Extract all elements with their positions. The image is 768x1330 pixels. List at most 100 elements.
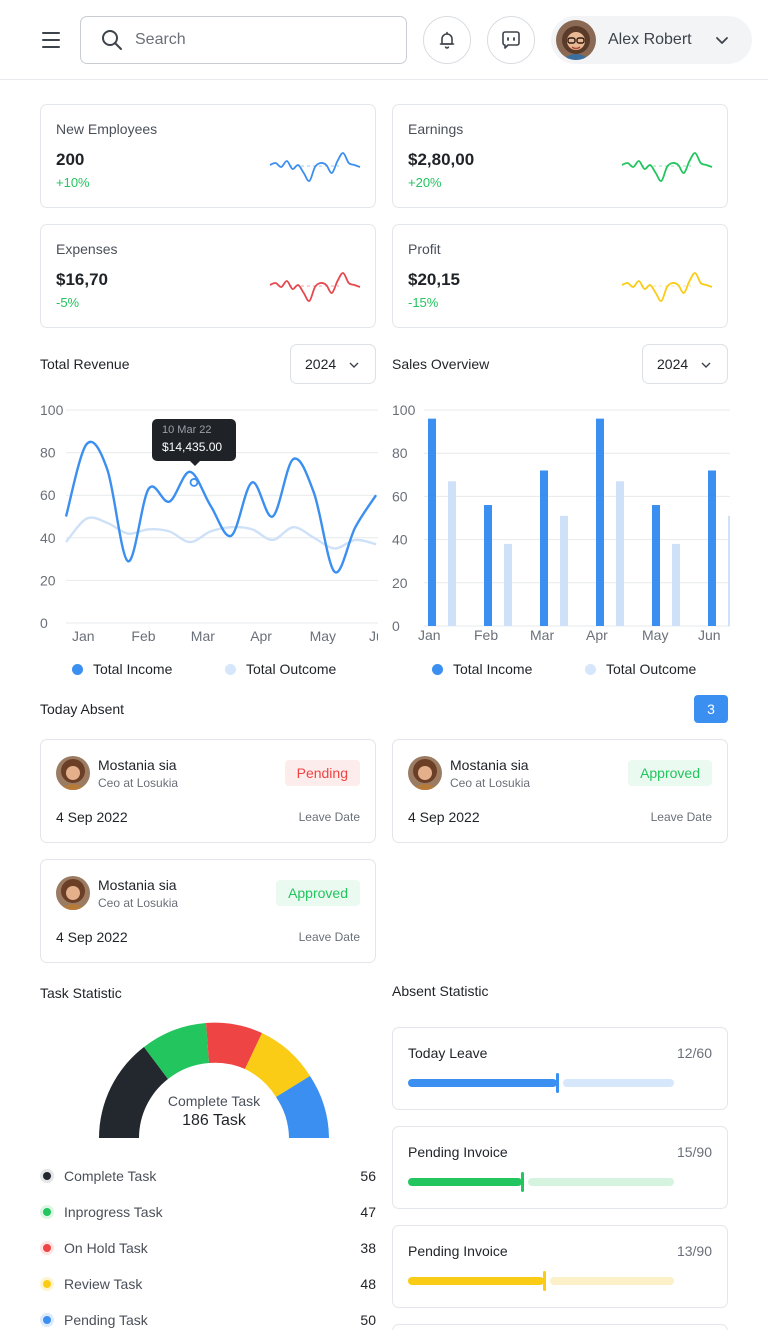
employee-avatar bbox=[56, 756, 90, 790]
stat-change: +10% bbox=[56, 175, 90, 190]
bar bbox=[708, 470, 716, 626]
sparkline bbox=[621, 152, 713, 182]
progress-bar[interactable] bbox=[408, 1073, 674, 1093]
employee-name: Mostania sia bbox=[98, 877, 177, 893]
progress-fill bbox=[408, 1079, 557, 1087]
bar bbox=[596, 418, 604, 626]
employee-avatar bbox=[408, 756, 442, 790]
progress-label: Pending Invoice bbox=[408, 1243, 508, 1259]
stat-value: $20,15 bbox=[408, 270, 460, 289]
task-count: 38 bbox=[360, 1240, 376, 1256]
menu-icon[interactable] bbox=[40, 30, 64, 50]
progress-fill bbox=[408, 1277, 544, 1285]
sparkline bbox=[269, 272, 361, 302]
legend-total-income[interactable]: Total Income bbox=[72, 661, 172, 677]
task-label: On Hold Task bbox=[64, 1240, 148, 1256]
chart-tooltip: 10 Mar 22 $14,435.00 bbox=[152, 419, 236, 466]
y-tick-label: 100 bbox=[40, 402, 64, 418]
user-name: Alex Robert bbox=[608, 31, 692, 48]
progress-label: Today Leave bbox=[408, 1045, 488, 1061]
revenue-title: Total Revenue bbox=[40, 356, 130, 372]
stat-title: Earnings bbox=[408, 121, 464, 137]
revenue-year-select[interactable]: 2024 bbox=[290, 344, 376, 384]
series-line bbox=[65, 516, 377, 550]
sparkline-path bbox=[621, 272, 713, 302]
y-tick-label: 60 bbox=[40, 487, 56, 503]
user-menu[interactable]: Alex Robert bbox=[551, 16, 752, 64]
leave-date-label: Leave Date bbox=[650, 810, 712, 824]
progress-bar[interactable] bbox=[408, 1271, 674, 1291]
x-tick-label: May bbox=[310, 628, 336, 644]
progress-fraction: 15/90 bbox=[676, 1144, 712, 1160]
task-row-complete: Complete Task 56 bbox=[40, 1165, 376, 1187]
stat-change: -5% bbox=[56, 295, 80, 310]
employee-name: Mostania sia bbox=[450, 757, 529, 773]
sales-year-select[interactable]: 2024 bbox=[642, 344, 728, 384]
absent-statistic-title: Absent Statistic bbox=[392, 983, 489, 999]
absent-count-badge: 3 bbox=[694, 695, 728, 723]
legend-total-outcome[interactable]: Total Outcome bbox=[225, 661, 336, 677]
legend-total-outcome[interactable]: Total Outcome bbox=[585, 661, 696, 677]
bar bbox=[540, 470, 548, 626]
x-tick-label: Jan bbox=[72, 628, 95, 644]
y-tick-label: 80 bbox=[40, 445, 56, 461]
x-tick-label: Jan bbox=[418, 627, 441, 643]
bar bbox=[448, 481, 456, 626]
task-count: 47 bbox=[360, 1204, 376, 1220]
status-badge: Approved bbox=[276, 880, 360, 906]
x-tick-label: Apr bbox=[250, 628, 272, 644]
task-dot bbox=[40, 1169, 54, 1183]
revenue-year-value: 2024 bbox=[305, 356, 337, 372]
employee-name: Mostania sia bbox=[98, 757, 177, 773]
progress-fraction: 12/60 bbox=[676, 1045, 712, 1061]
y-tick-label: 40 bbox=[40, 530, 56, 546]
legend-label: Total Income bbox=[93, 661, 173, 677]
bell-icon bbox=[439, 31, 455, 49]
progress-handle[interactable] bbox=[556, 1073, 559, 1093]
legend-dot bbox=[585, 663, 596, 675]
leave-date: 4 Sep 2022 bbox=[56, 929, 128, 945]
progress-remaining bbox=[550, 1277, 674, 1285]
sparkline-path bbox=[269, 272, 361, 302]
legend-dot bbox=[225, 663, 236, 675]
legend-label: Total Outcome bbox=[246, 661, 337, 677]
legend-dot bbox=[72, 663, 83, 675]
stat-card-expenses: Expenses $16,70 -5% bbox=[40, 224, 376, 328]
progress-card-pending-invoice: Pending Invoice 15/90 bbox=[392, 1126, 728, 1209]
legend-label: Total Outcome bbox=[606, 661, 697, 677]
absent-card[interactable]: Mostania sia Ceo at Losukia Approved 4 S… bbox=[392, 739, 728, 843]
legend-label: Total Income bbox=[453, 661, 533, 677]
task-row-pending: Pending Task 50 bbox=[40, 1309, 376, 1330]
sparkline bbox=[269, 152, 361, 182]
leave-date-label: Leave Date bbox=[298, 930, 360, 944]
absent-card[interactable]: Mostania sia Ceo at Losukia Pending 4 Se… bbox=[40, 739, 376, 843]
bar bbox=[652, 505, 660, 626]
sales-title: Sales Overview bbox=[392, 356, 490, 372]
task-row-inprogress: Inprogress Task 47 bbox=[40, 1201, 376, 1223]
absent-card[interactable]: Mostania sia Ceo at Losukia Approved 4 S… bbox=[40, 859, 376, 963]
message-icon bbox=[502, 31, 520, 49]
task-dot bbox=[40, 1205, 54, 1219]
messages-button[interactable] bbox=[487, 16, 535, 64]
y-tick-label: 40 bbox=[392, 532, 408, 548]
notification-button[interactable] bbox=[423, 16, 471, 64]
progress-handle[interactable] bbox=[543, 1271, 546, 1291]
stat-title: Expenses bbox=[56, 241, 118, 257]
y-tick-label: 60 bbox=[392, 488, 408, 504]
progress-fill bbox=[408, 1178, 522, 1186]
search-box[interactable] bbox=[80, 16, 407, 64]
tooltip-date: 10 Mar 22 bbox=[162, 424, 212, 436]
task-count: 48 bbox=[360, 1276, 376, 1292]
stat-card-new-employees: New Employees 200 +10% bbox=[40, 104, 376, 208]
progress-card-today-leave: Today Leave 12/60 bbox=[392, 1027, 728, 1110]
y-tick-label: 80 bbox=[392, 445, 408, 461]
legend-total-income[interactable]: Total Income bbox=[432, 661, 532, 677]
progress-handle[interactable] bbox=[521, 1172, 524, 1192]
search-input[interactable] bbox=[135, 31, 375, 49]
employee-avatar bbox=[56, 876, 90, 910]
leave-date-label: Leave Date bbox=[298, 810, 360, 824]
task-label: Inprogress Task bbox=[64, 1204, 163, 1220]
task-row-onhold: On Hold Task 38 bbox=[40, 1237, 376, 1259]
tooltip-value: $14,435.00 bbox=[162, 440, 223, 454]
progress-bar[interactable] bbox=[408, 1172, 674, 1192]
